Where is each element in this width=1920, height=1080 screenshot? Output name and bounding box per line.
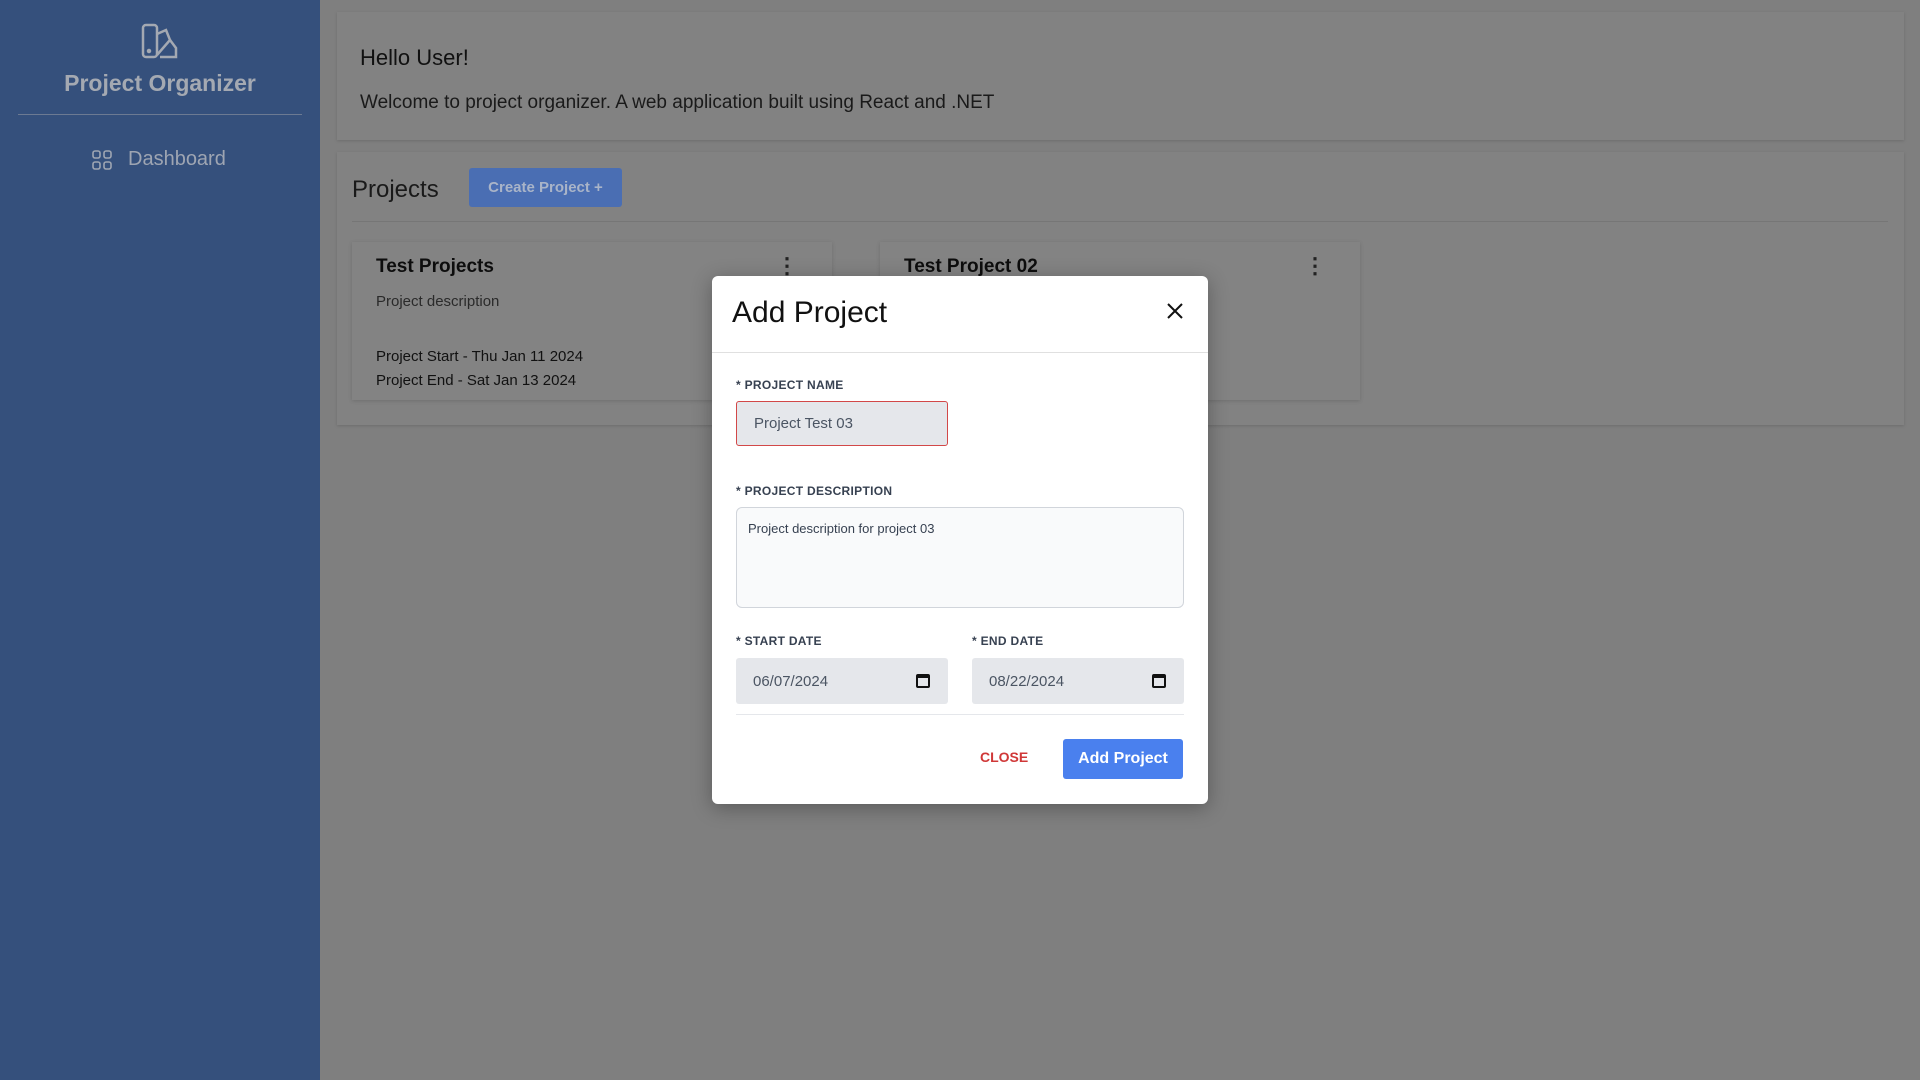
project-description-textarea[interactable]: Project description for project 03 <box>736 507 1184 608</box>
sidebar-item-label: Dashboard <box>128 148 226 170</box>
project-title: Test Projects <box>376 256 494 277</box>
calendar-icon[interactable] <box>1152 674 1166 688</box>
project-end: Project End - Sat Jan 13 2024 <box>376 372 577 389</box>
kebab-menu-icon[interactable]: ⋮ <box>1304 255 1326 277</box>
project-name-label: * PROJECT NAME <box>736 378 844 392</box>
close-button[interactable]: CLOSE <box>980 749 1028 765</box>
kebab-menu-icon[interactable]: ⋮ <box>776 255 798 277</box>
project-name-input[interactable]: Project Test 03 <box>736 401 948 446</box>
add-project-button[interactable]: Add Project <box>1063 739 1183 779</box>
start-date-input[interactable]: 06/07/2024 <box>736 658 948 704</box>
welcome-card <box>337 12 1904 140</box>
project-start: Project Start - Thu Jan 11 2024 <box>376 348 584 365</box>
greeting: Hello User! <box>360 45 469 70</box>
add-project-modal: Add Project * PROJECT NAME Project Test … <box>712 276 1208 804</box>
section-divider <box>352 221 1888 222</box>
start-date-label: * START DATE <box>736 634 822 648</box>
end-date-label: * END DATE <box>972 634 1044 648</box>
end-date-value: 08/22/2024 <box>989 672 1065 690</box>
projects-heading: Projects <box>352 176 439 203</box>
sidebar: Project Organizer Dashboard <box>0 0 320 1080</box>
project-title: Test Project 02 <box>904 256 1038 277</box>
modal-title: Add Project <box>732 296 888 329</box>
project-description-label: * PROJECT DESCRIPTION <box>736 484 893 498</box>
modal-header-divider <box>712 352 1208 353</box>
project-description: Project description <box>376 293 500 310</box>
start-date-value: 06/07/2024 <box>753 672 829 690</box>
brand-title: Project Organizer <box>64 70 256 96</box>
sidebar-item-dashboard[interactable]: Dashboard <box>92 148 226 171</box>
sidebar-divider <box>18 114 302 115</box>
modal-footer-divider <box>736 714 1184 715</box>
welcome-text: Welcome to project organizer. A web appl… <box>360 92 995 113</box>
close-icon[interactable] <box>1164 300 1186 322</box>
calendar-icon[interactable] <box>916 674 930 688</box>
create-project-button[interactable]: Create Project + <box>469 168 622 207</box>
logo-icon <box>141 23 178 59</box>
grid-icon <box>92 149 112 170</box>
end-date-input[interactable]: 08/22/2024 <box>972 658 1184 704</box>
